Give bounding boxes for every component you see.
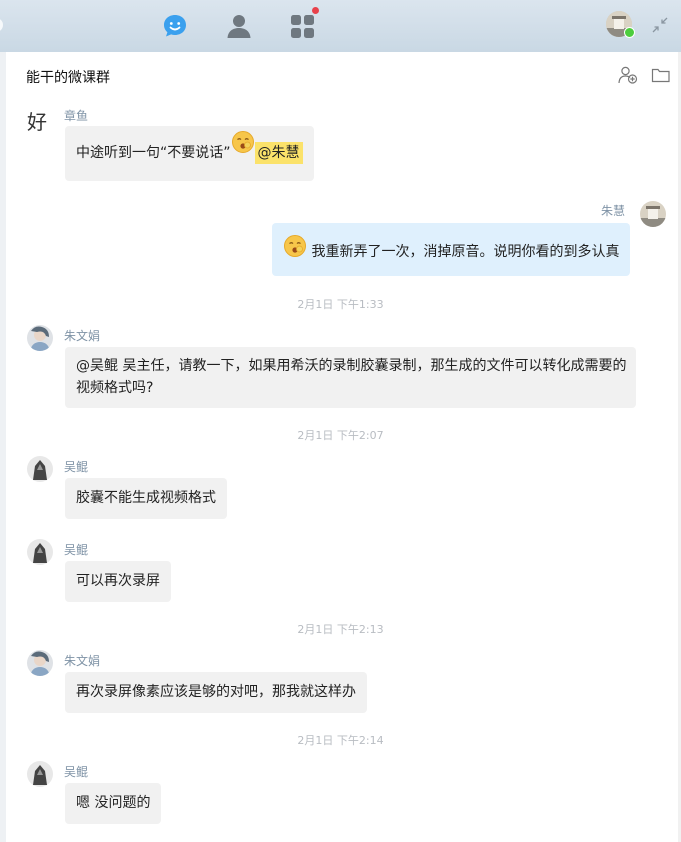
avatar: 好: [27, 110, 47, 134]
message-bubble: 嗯 没问题的: [65, 783, 162, 824]
sender-name: 章鱼: [64, 109, 89, 123]
timestamp: 2月1日 下午2:13: [297, 623, 384, 636]
online-status-dot: [624, 27, 635, 38]
timestamp: 2月1日 下午2:07: [297, 429, 384, 442]
mention-tag[interactable]: @朱慧: [254, 142, 303, 164]
message-bubble: 再次录屏像素应该是够的对吧，那我就这样办: [65, 672, 367, 713]
chat-icon[interactable]: [161, 12, 189, 40]
message-text: 我重新弄了一次，消掉原音。说明你看的到多认真: [311, 244, 620, 260]
avatar[interactable]: [27, 539, 53, 565]
timestamp: 2月1日 下午1:33: [297, 298, 384, 311]
notification-badge: [312, 7, 319, 14]
avatar[interactable]: [27, 761, 53, 787]
avatar[interactable]: [640, 201, 666, 227]
window-edge-handle: [0, 18, 3, 32]
sender-name: 朱文娟: [64, 329, 101, 343]
message-bubble: 中途听到一句“不要说话” @朱慧: [65, 126, 314, 181]
timestamp: 2月1日 下午2:14: [297, 734, 384, 747]
add-member-icon[interactable]: [618, 66, 638, 84]
message-text-line: @吴鲲 吴主任，请教一下，如果用希沃的录制胶囊录制，那生成的文件可以转化成需要的: [76, 358, 627, 374]
message-text-line: 视频格式吗?: [76, 380, 154, 396]
contacts-icon[interactable]: [225, 12, 253, 40]
folder-icon[interactable]: [651, 66, 671, 84]
top-nav-bar: [0, 0, 681, 52]
sender-name: 吴鲲: [64, 543, 89, 557]
chat-header: 能干的微课群: [6, 52, 681, 98]
message-bubble: @吴鲲 吴主任，请教一下，如果用希沃的录制胶囊录制，那生成的文件可以转化成需要的…: [65, 347, 636, 408]
sender-name: 吴鲲: [64, 460, 89, 474]
sender-name: 朱慧: [601, 204, 626, 218]
sender-name: 吴鲲: [64, 765, 89, 779]
group-title: 能干的微课群: [26, 70, 110, 86]
avatar[interactable]: [27, 325, 53, 351]
message-text: 嗯 没问题的: [76, 795, 151, 811]
message-bubble: 可以再次录屏: [65, 561, 171, 602]
yawn-emoji-icon: [283, 235, 307, 268]
sender-name: 朱文娟: [64, 654, 101, 668]
message-text: 中途听到一句“不要说话”: [76, 145, 231, 161]
yawn-emoji-icon: [231, 131, 255, 169]
avatar[interactable]: [27, 650, 53, 676]
message-text: 再次录屏像素应该是够的对吧，那我就这样办: [76, 684, 356, 700]
message-text: 胶囊不能生成视频格式: [76, 490, 216, 506]
avatar[interactable]: [27, 456, 53, 482]
message-bubble: 我重新弄了一次，消掉原音。说明你看的到多认真: [272, 223, 631, 276]
message-bubble: 胶囊不能生成视频格式: [65, 478, 227, 519]
apps-icon[interactable]: [289, 7, 319, 40]
shrink-icon[interactable]: [652, 17, 668, 33]
message-text: 可以再次录屏: [76, 573, 160, 589]
